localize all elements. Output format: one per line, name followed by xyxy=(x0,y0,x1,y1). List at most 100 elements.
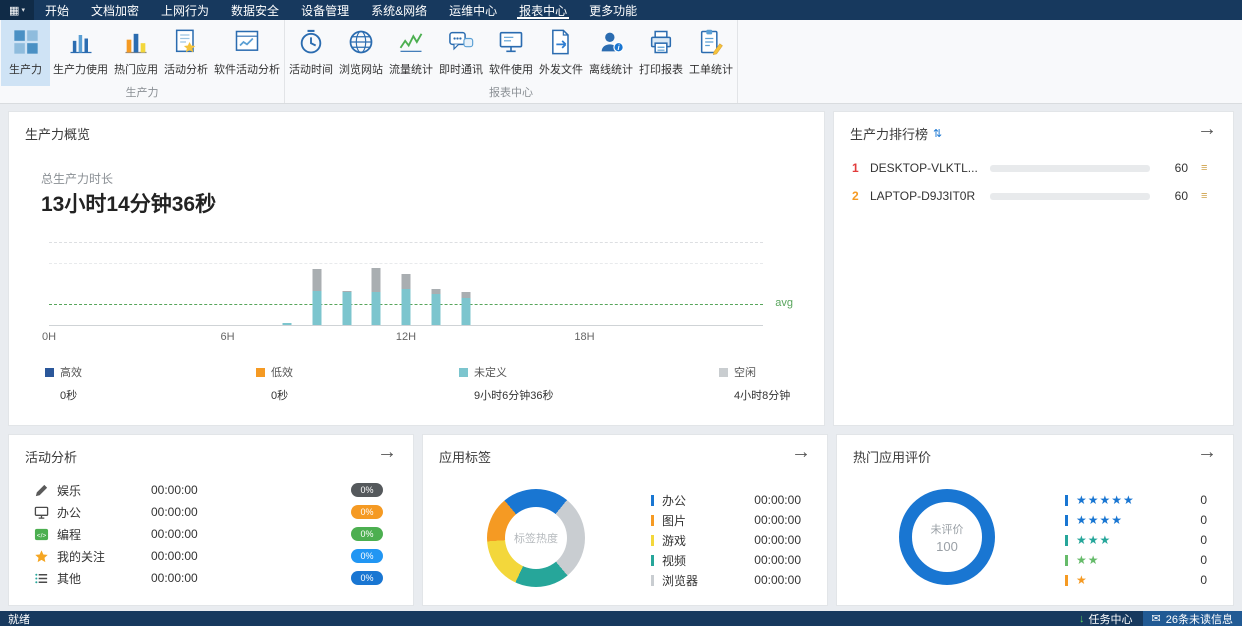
ranking-row[interactable]: 2LAPTOP-D9J3IT0R60≡ xyxy=(834,182,1233,210)
tag-legend-label: 视频 xyxy=(662,552,686,569)
rating-count: 0 xyxy=(1200,493,1207,507)
ribbon-button-outgoing-files[interactable]: 外发文件 xyxy=(536,20,586,86)
menu-item[interactable]: 报表中心 xyxy=(508,0,578,20)
ribbon-button-label: 生产力 xyxy=(9,61,42,77)
ribbon-button-label: 软件活动分析 xyxy=(214,61,280,77)
app-tags-card: 应用标签 → 标签热度 办公00:00:00图片00:00:00游戏00:00:… xyxy=(422,434,828,606)
ranking-value: 60 xyxy=(1150,161,1188,175)
ranking-detail-arrow-icon[interactable]: → xyxy=(1197,119,1217,139)
ribbon-button-hot-apps[interactable]: 热门应用 xyxy=(111,20,161,86)
activity-row[interactable]: </>编程00:00:000% xyxy=(9,523,413,545)
chart-bar xyxy=(283,323,292,325)
ribbon-button-offline-stats[interactable]: i离线统计 xyxy=(586,20,636,86)
statusbar: 就绪 ↓ 任务中心 ✉ 26条未读信息 xyxy=(0,611,1242,626)
menu-item[interactable]: 系统&网络 xyxy=(360,0,438,20)
menu-item[interactable]: 开始 xyxy=(34,0,80,20)
task-center-label: 任务中心 xyxy=(1089,611,1133,626)
activity-detail-arrow-icon[interactable]: → xyxy=(377,442,397,462)
activity-label: 娱乐 xyxy=(57,482,151,499)
ranking-row[interactable]: 1DESKTOP-VLKTL...60≡ xyxy=(834,154,1233,182)
ribbon-button-label: 浏览网站 xyxy=(339,61,383,77)
tag-legend-label: 图片 xyxy=(662,512,686,529)
ribbon-button-label: 活动时间 xyxy=(289,61,333,77)
tag-legend-time: 00:00:00 xyxy=(754,553,801,567)
activity-percent-badge: 0% xyxy=(351,549,383,563)
x-tick-label: 12H xyxy=(396,331,416,343)
menu-item[interactable]: 上网行为 xyxy=(150,0,220,20)
legend-label: 高效 xyxy=(60,364,82,380)
tag-donut-center-label: 标签热度 xyxy=(514,530,558,546)
productivity-chart: avg xyxy=(49,242,763,326)
tag-legend-time: 00:00:00 xyxy=(754,533,801,547)
rating-center-value: 100 xyxy=(936,539,958,554)
tag-legend-time: 00:00:00 xyxy=(754,573,801,587)
tag-legend-label: 浏览器 xyxy=(662,572,698,589)
legend-value: 4小时8分钟 xyxy=(734,387,790,403)
legend-swatch xyxy=(45,368,54,377)
ranking-title-text: 生产力排行榜 xyxy=(850,124,928,143)
software-usage-icon xyxy=(496,27,526,57)
legend-item-head: 空闲 xyxy=(719,364,790,380)
ribbon-group: 生产力生产力使用热门应用活动分析软件活动分析生产力 xyxy=(0,20,285,103)
productivity-overview-card: 生产力概览 总生产力时长 13小时14分钟36秒 avg 0H6H12H18H … xyxy=(8,111,825,426)
ribbon-button-print-report[interactable]: 打印报表 xyxy=(636,20,686,86)
menu-item[interactable]: 文档加密 xyxy=(80,0,150,20)
tags-detail-arrow-icon[interactable]: → xyxy=(791,442,811,462)
status-ready-text: 就绪 xyxy=(8,611,30,626)
legend-label: 未定义 xyxy=(474,364,507,380)
menu-item[interactable]: 更多功能 xyxy=(578,0,648,20)
activity-list: 娱乐00:00:000%办公00:00:000%</>编程00:00:000%我… xyxy=(9,479,413,589)
tag-legend-time: 00:00:00 xyxy=(754,493,801,507)
ribbon-button-browse-sites[interactable]: 浏览网站 xyxy=(336,20,386,86)
unread-messages-button[interactable]: ✉ 26条未读信息 xyxy=(1143,611,1242,626)
tag-legend-row: 办公00:00:00 xyxy=(651,490,801,510)
activity-row[interactable]: 我的关注00:00:000% xyxy=(9,545,413,567)
download-arrow-icon: ↓ xyxy=(1079,613,1085,625)
ribbon-button-instant-messaging[interactable]: 即时通讯 xyxy=(436,20,486,86)
ribbon-button-software-usage[interactable]: 软件使用 xyxy=(486,20,536,86)
menubar: ▦ ▾ 开始文档加密上网行为数据安全设备管理系统&网络运维中心报表中心更多功能 xyxy=(0,0,1242,20)
activity-row[interactable]: 办公00:00:000% xyxy=(9,501,413,523)
ribbon-button-activity-time[interactable]: 活动时间 xyxy=(286,20,336,86)
ribbon-button-software-activity[interactable]: 软件活动分析 xyxy=(211,20,283,86)
legend-swatch xyxy=(719,368,728,377)
activity-row[interactable]: 娱乐00:00:000% xyxy=(9,479,413,501)
star-rating-icons: ★★★ xyxy=(1076,534,1111,546)
chart-gridline xyxy=(49,263,763,264)
pen-icon xyxy=(33,482,49,498)
ribbon-button-ticket-stats[interactable]: 工单统计 xyxy=(686,20,736,86)
legend-item: 未定义9小时6分钟36秒 xyxy=(459,364,553,403)
unread-messages-label: 26条未读信息 xyxy=(1166,611,1233,626)
ribbon-button-productivity-grid[interactable]: 生产力 xyxy=(1,20,50,86)
caret-down-icon: ▾ xyxy=(21,6,25,14)
ranking-progress-bar xyxy=(990,193,1150,200)
chart-bar-undefined-segment xyxy=(312,291,321,325)
code-icon: </> xyxy=(33,526,49,542)
rating-row: ★★0 xyxy=(1065,550,1207,570)
menu-item[interactable]: 设备管理 xyxy=(290,0,360,20)
activity-row[interactable]: 其他00:00:000% xyxy=(9,567,413,589)
rating-row-marker xyxy=(1065,575,1068,586)
activity-card-title: 活动分析 xyxy=(25,447,77,466)
ribbon-button-label: 流量统计 xyxy=(389,61,433,77)
legend-item-head: 未定义 xyxy=(459,364,553,380)
activity-time: 00:00:00 xyxy=(151,527,231,541)
ratings-detail-arrow-icon[interactable]: → xyxy=(1197,442,1217,462)
sort-icon[interactable]: ⇅ xyxy=(933,127,942,140)
ribbon-button-traffic-stats[interactable]: 流量统计 xyxy=(386,20,436,86)
ribbon-button-activity-analysis[interactable]: 活动分析 xyxy=(161,20,211,86)
star-rating-icons: ★ xyxy=(1076,574,1088,586)
activity-time: 00:00:00 xyxy=(151,483,231,497)
ribbon-button-productivity-usage[interactable]: 生产力使用 xyxy=(50,20,111,86)
menu-item[interactable]: 运维中心 xyxy=(438,0,508,20)
app-logo-button[interactable]: ▦ ▾ xyxy=(0,0,34,20)
tag-legend-marker xyxy=(651,555,654,566)
chart-bar-idle-segment xyxy=(372,268,381,292)
tag-donut-chart: 标签热度 xyxy=(487,489,585,587)
task-center-button[interactable]: ↓ 任务中心 xyxy=(1069,611,1143,626)
rating-count: 0 xyxy=(1200,513,1207,527)
legend-item: 低效0秒 xyxy=(256,364,293,403)
ribbon-toolbar: 生产力生产力使用热门应用活动分析软件活动分析生产力活动时间浏览网站流量统计即时通… xyxy=(0,20,1242,104)
menu-item[interactable]: 数据安全 xyxy=(220,0,290,20)
overview-card-title: 生产力概览 xyxy=(25,124,90,143)
